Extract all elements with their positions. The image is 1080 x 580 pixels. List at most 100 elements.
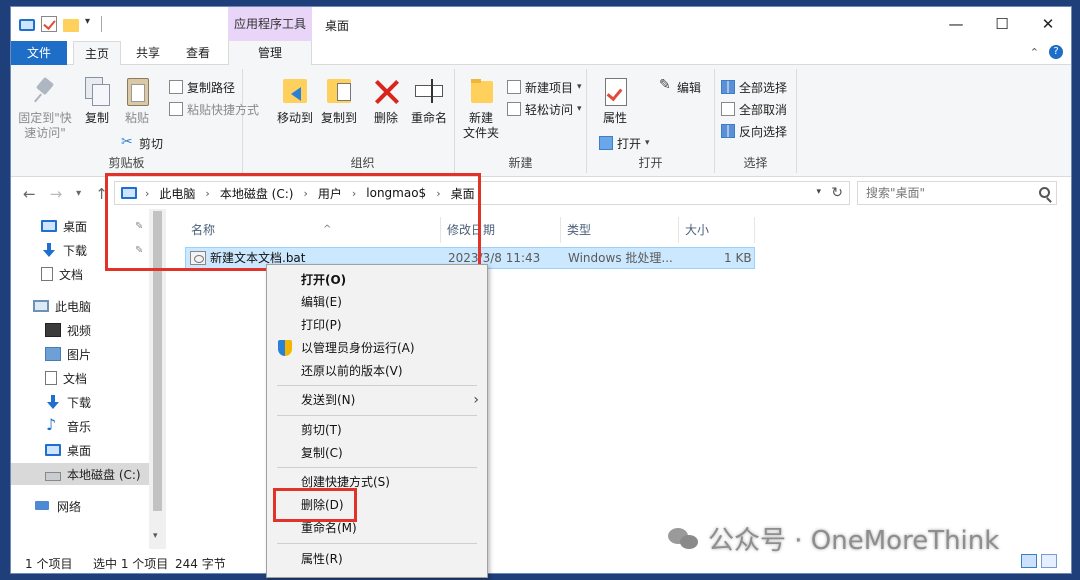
menu-divider	[277, 543, 477, 544]
recent-chevron-icon[interactable]: ▾	[76, 188, 81, 203]
sidebar-item-downloads[interactable]: 下载	[11, 239, 149, 261]
select-none-button[interactable]: 全部取消	[721, 99, 787, 119]
easy-access-icon	[507, 102, 521, 116]
menu-item-rename[interactable]: 重命名(M)	[267, 517, 487, 539]
window-controls: — ☐ ✕	[933, 7, 1071, 41]
scrollbar-thumb[interactable]	[153, 211, 162, 511]
chevron-down-icon[interactable]: ▾	[153, 531, 158, 541]
copy-to-button[interactable]: 复制到	[317, 75, 361, 126]
sidebar-scrollbar[interactable]: ▾	[149, 209, 166, 549]
delete-x-icon	[372, 75, 400, 107]
menu-item-properties[interactable]: 属性(R)	[267, 548, 487, 570]
minimize-button[interactable]: —	[933, 7, 979, 41]
sidebar-item-videos[interactable]: 视频	[11, 319, 149, 341]
pin-quick-access-button[interactable]: 固定到"快 速访问"	[15, 75, 75, 141]
breadcrumb-this-pc[interactable]: 此电脑	[159, 185, 195, 202]
breadcrumb-user-folder[interactable]: longmao$	[366, 186, 426, 200]
menu-item-run-as-admin[interactable]: 以管理员身份运行(A)	[267, 337, 487, 359]
address-bar[interactable]: › 此电脑 › 本地磁盘 (C:) › 用户 › longmao$ › 桌面 ▾…	[114, 181, 850, 205]
column-header-size[interactable]: 大小	[679, 217, 755, 243]
tab-view[interactable]: 查看	[175, 41, 221, 65]
menu-item-send-to[interactable]: 发送到(N) ›	[267, 389, 487, 411]
invert-selection-button[interactable]: 反向选择	[721, 121, 787, 141]
batch-file-icon	[190, 251, 206, 265]
sidebar-item-label: 文档	[63, 371, 88, 386]
column-header-modified[interactable]: 修改日期	[441, 217, 561, 243]
copy-icon	[83, 75, 111, 107]
menu-item-print[interactable]: 打印(P)	[267, 314, 487, 336]
organize-group-label: 组织	[350, 156, 375, 170]
menu-item-delete[interactable]: 删除(D)	[267, 494, 487, 516]
pin-icon	[31, 75, 59, 107]
edit-button[interactable]: 编辑	[659, 77, 701, 97]
chevron-right-icon: ›	[351, 186, 357, 200]
cut-button[interactable]: 剪切	[121, 133, 163, 153]
properties-icon[interactable]	[41, 16, 57, 32]
tab-file[interactable]: 文件	[11, 41, 67, 65]
sidebar-item-desktop-pc[interactable]: 桌面	[11, 439, 149, 461]
tab-home[interactable]: 主页	[73, 41, 121, 65]
sidebar-item-label: 下载	[67, 395, 92, 410]
chevron-down-icon: ▾	[577, 104, 582, 114]
breadcrumb-desktop[interactable]: 桌面	[451, 185, 475, 202]
address-dropdown-icon[interactable]: ▾	[816, 187, 821, 197]
sidebar-item-desktop[interactable]: 桌面	[11, 215, 149, 237]
column-header-type[interactable]: 类型	[561, 217, 679, 243]
search-input[interactable]: 搜索"桌面"	[857, 181, 1057, 205]
refresh-icon[interactable]: ↻	[831, 185, 843, 201]
large-icons-view-icon[interactable]	[1041, 554, 1057, 568]
desktop-icon	[45, 444, 61, 456]
sidebar-item-this-pc[interactable]: 此电脑	[11, 295, 149, 317]
sidebar-item-documents-pc[interactable]: 文档	[11, 367, 149, 389]
new-folder-icon[interactable]	[63, 19, 79, 32]
move-to-button[interactable]: 移动到	[273, 75, 317, 126]
easy-access-button[interactable]: 轻松访问 ▾	[507, 99, 582, 119]
help-icon[interactable]: ?	[1049, 45, 1063, 59]
collapse-ribbon-icon[interactable]: ⌃	[1030, 46, 1039, 59]
menu-item-create-shortcut[interactable]: 创建快捷方式(S)	[267, 471, 487, 493]
paste-shortcut-button[interactable]: 粘贴快捷方式	[169, 99, 259, 119]
sidebar-item-documents[interactable]: 文档	[11, 263, 149, 285]
menu-item-cut[interactable]: 剪切(T)	[267, 419, 487, 441]
chevron-right-icon: ›	[205, 186, 210, 200]
pin-icon: ✎	[135, 221, 144, 232]
forward-arrow-icon[interactable]: →	[50, 185, 63, 203]
open-button[interactable]: 打开 ▾	[599, 133, 650, 153]
tab-manage[interactable]: 管理	[228, 41, 312, 65]
breadcrumb-users[interactable]: 用户	[318, 185, 342, 202]
menu-item-edit[interactable]: 编辑(E)	[267, 291, 487, 313]
rename-button[interactable]: 重命名	[405, 75, 453, 126]
new-item-button[interactable]: 新建项目 ▾	[507, 77, 582, 97]
paste-button[interactable]: 粘贴	[119, 75, 155, 126]
explorer-window: ▾ 应用程序工具 桌面 — ☐ ✕ 文件 主页 共享 查看 管理 ⌃ ? 固定到…	[10, 6, 1072, 574]
tab-share[interactable]: 共享	[125, 41, 171, 65]
back-arrow-icon[interactable]: ←	[23, 185, 36, 203]
window-title: 桌面	[325, 19, 350, 33]
maximize-button[interactable]: ☐	[979, 7, 1025, 41]
sidebar-item-pictures[interactable]: 图片	[11, 343, 149, 365]
sidebar-item-downloads-pc[interactable]: 下载	[11, 391, 149, 413]
chevron-down-icon: ▾	[645, 138, 650, 148]
details-view-icon[interactable]	[1021, 554, 1037, 568]
close-button[interactable]: ✕	[1025, 7, 1071, 41]
sidebar-item-music[interactable]: 音乐	[11, 415, 149, 437]
breadcrumb-local-disk[interactable]: 本地磁盘 (C:)	[220, 185, 294, 202]
properties-button[interactable]: 属性	[597, 75, 633, 126]
select-all-button[interactable]: 全部选择	[721, 77, 787, 97]
search-icon[interactable]	[1039, 187, 1050, 198]
delete-button[interactable]: 删除	[369, 75, 403, 126]
copy-to-label: 复制到	[320, 111, 357, 125]
sidebar-item-local-disk[interactable]: 本地磁盘 (C:)	[11, 463, 149, 485]
menu-item-restore-versions[interactable]: 还原以前的版本(V)	[267, 360, 487, 382]
chevron-down-icon[interactable]: ▾	[85, 16, 95, 32]
menu-item-copy[interactable]: 复制(C)	[267, 442, 487, 464]
computer-icon[interactable]	[19, 19, 35, 31]
copy-path-button[interactable]: 复制路径	[169, 77, 235, 97]
sidebar-item-network[interactable]: 网络	[11, 495, 149, 517]
menu-item-open[interactable]: 打开(O)	[267, 269, 487, 291]
copy-button[interactable]: 复制	[79, 75, 115, 126]
context-tab-group-label: 应用程序工具	[228, 7, 312, 41]
column-header-name[interactable]: 名称 ^	[185, 217, 441, 243]
up-arrow-icon[interactable]: ↑	[95, 185, 108, 203]
new-folder-button[interactable]: 新建 文件夹	[459, 75, 503, 141]
